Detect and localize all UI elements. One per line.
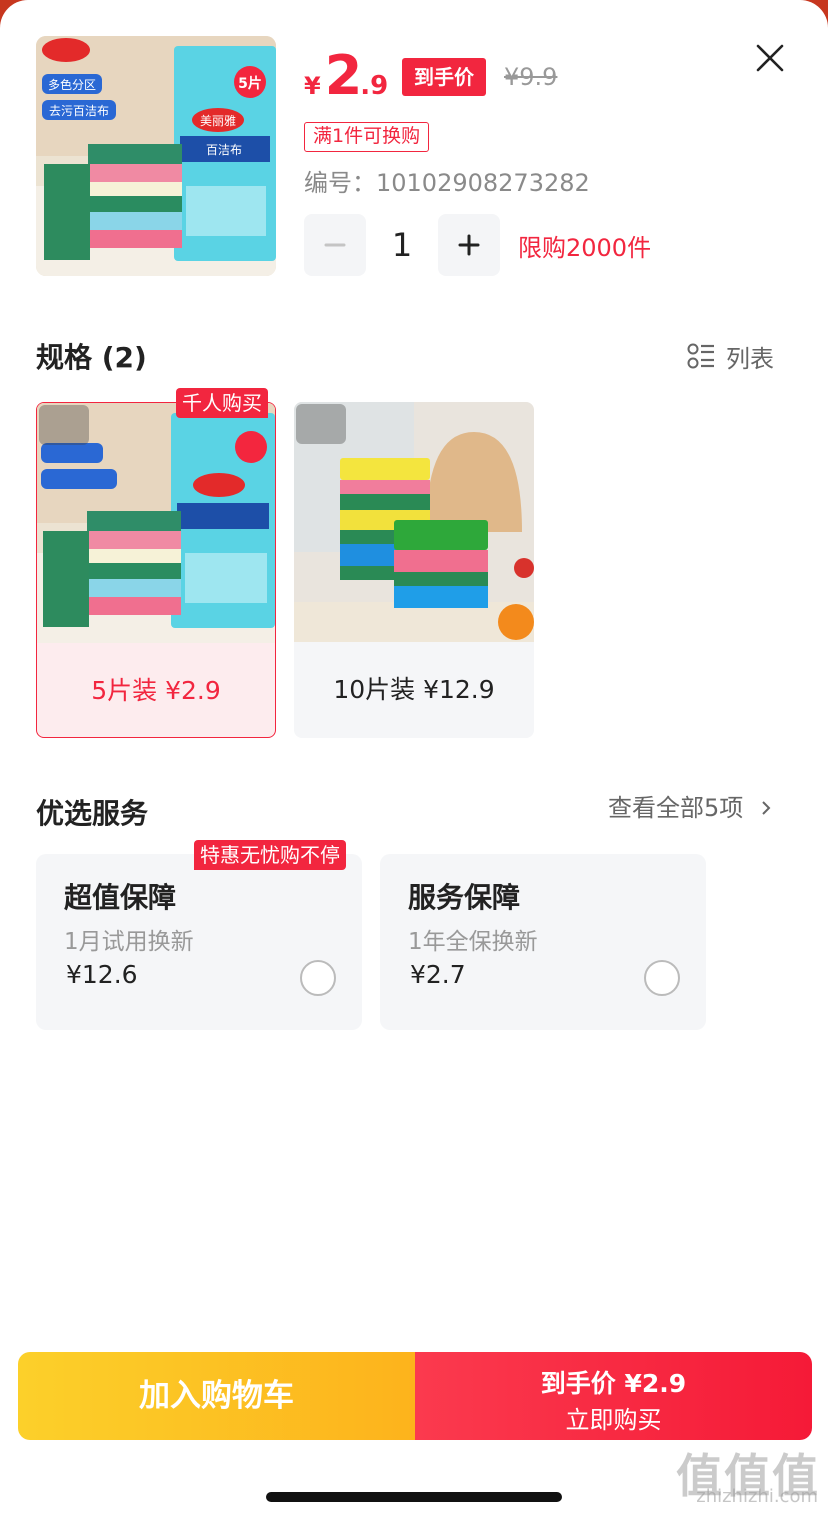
service-radio[interactable] xyxy=(644,960,680,996)
svg-text:美丽雅: 美丽雅 xyxy=(200,113,236,128)
see-all-services-link[interactable]: 查看全部5项 xyxy=(608,790,773,826)
currency-symbol: ¥ xyxy=(304,72,321,100)
price-display: ¥ 2 .9 xyxy=(304,44,389,107)
service-promo-tag: 特惠无忧购不停 xyxy=(194,840,346,870)
decrease-button[interactable] xyxy=(304,214,366,276)
quantity-value[interactable]: 1 xyxy=(366,226,438,264)
service-price: ¥12.6 xyxy=(66,960,138,989)
price-decimal: .9 xyxy=(360,71,389,101)
see-all-label: 查看全部5项 xyxy=(608,794,744,822)
add-to-cart-button[interactable]: 加入购物车 xyxy=(18,1352,415,1440)
close-button[interactable] xyxy=(748,36,792,80)
close-icon xyxy=(756,44,784,72)
svg-text:多色分区: 多色分区 xyxy=(48,78,96,92)
list-icon xyxy=(687,343,714,369)
services-title: 优选服务 xyxy=(36,797,149,830)
list-label: 列表 xyxy=(726,344,774,373)
spec-option-image xyxy=(294,402,534,642)
chevron-right-icon xyxy=(762,801,771,815)
svg-text:去污百洁布: 去污百洁布 xyxy=(49,104,109,118)
spec-option-label: 5片装 ¥2.9 xyxy=(91,676,221,705)
service-title: 服务保障 xyxy=(408,881,521,914)
increase-button[interactable] xyxy=(438,214,500,276)
sku-number: 编号：10102908273282 xyxy=(304,166,590,200)
spec-option-image xyxy=(37,403,275,643)
service-subtitle: 1月试用换新 xyxy=(64,929,194,955)
service-title: 超值保障 xyxy=(64,881,177,914)
price-integer: 2 xyxy=(324,44,363,107)
hot-sale-tag: 千人购买 xyxy=(176,388,268,418)
service-price: ¥2.7 xyxy=(410,960,466,989)
sku-label: 编号： xyxy=(304,169,376,197)
buy-now-label: 立即购买 xyxy=(565,1406,662,1434)
buy-now-button[interactable]: 到手价 ¥2.9 立即购买 xyxy=(415,1352,812,1440)
service-subtitle: 1年全保换新 xyxy=(408,929,538,955)
sku-selector-sheet: 5片 美丽雅 百洁布 多色分区 去污百洁布 ¥ 2 .9 到手价 ¥9.9 满1… xyxy=(0,0,828,1520)
quantity-stepper: 1 限购2000件 xyxy=(304,214,651,276)
thumb-badge: 5片 xyxy=(238,75,262,92)
svg-text:百洁布: 百洁布 xyxy=(206,143,242,157)
spec-option-label: 10片装 ¥12.9 xyxy=(333,675,495,704)
service-option-warranty[interactable]: 服务保障 1年全保换新 ¥2.7 xyxy=(380,854,706,1030)
home-indicator xyxy=(266,1492,562,1502)
product-thumbnail: 5片 美丽雅 百洁布 多色分区 去污百洁布 xyxy=(36,36,276,276)
service-option-value[interactable]: 超值保障 1月试用换新 ¥12.6 xyxy=(36,854,362,1030)
final-price-tag: 到手价 xyxy=(402,58,486,96)
buy-price-label: 到手价 ¥2.9 xyxy=(540,1369,687,1398)
spec-option-5pack[interactable]: 5片装 ¥2.9 xyxy=(36,402,276,738)
purchase-limit: 限购2000件 xyxy=(518,233,652,262)
spec-option-10pack[interactable]: 10片装 ¥12.9 xyxy=(294,402,534,738)
sku-value: 10102908273282 xyxy=(376,169,590,197)
plus-icon xyxy=(458,234,480,256)
original-price: ¥9.9 xyxy=(504,63,558,91)
list-view-toggle[interactable]: 列表 xyxy=(686,338,774,374)
spec-title: 规格 (2) xyxy=(36,341,147,374)
minus-icon xyxy=(324,243,346,247)
promo-tag: 满1件可换购 xyxy=(304,122,430,152)
watermark-text: zhizhizhi.com xyxy=(696,1486,818,1507)
service-radio[interactable] xyxy=(300,960,336,996)
